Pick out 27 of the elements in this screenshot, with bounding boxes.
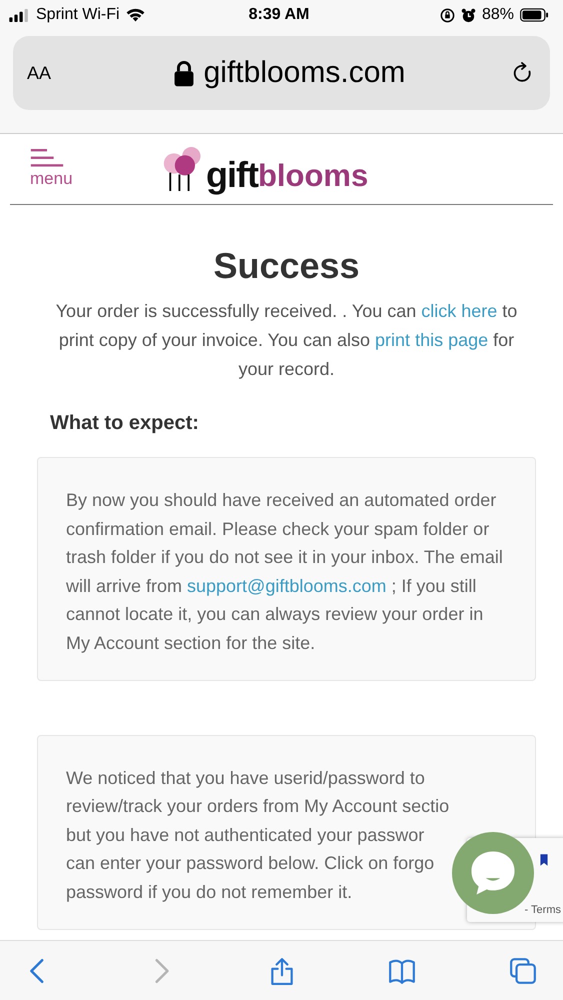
- lock-icon: [174, 60, 194, 86]
- text-line: can enter your password below. Click on forgo: [66, 852, 434, 876]
- tabs-icon[interactable]: [509, 956, 537, 986]
- text-line: password if you do not remember it.: [66, 880, 352, 904]
- info-paragraph: By now you should have received an automated order confirmation email. Please check your spam folder or trash folder if you do not see it in your inbox. The email will arrive from support@giftblooms.com ; If you still cannot locate it, you can always review your order in My Account section for the site.: [66, 489, 504, 655]
- alarm-clock-icon: [460, 8, 476, 22]
- carrier-name: Sprint Wi-Fi: [36, 6, 120, 24]
- url-text: giftblooms.com: [204, 56, 406, 90]
- recaptcha-icon: [539, 852, 549, 868]
- text-line: but you have not authenticated your passwor: [66, 824, 424, 847]
- battery-percent: 88%: [482, 6, 514, 24]
- battery-icon: [520, 8, 549, 22]
- text-line: review/track your orders from My Account sectio: [66, 795, 450, 818]
- intro-paragraph: Your order is successfully received. . You can click here to print copy of your invoice. You can also print this page for your record.: [54, 300, 518, 381]
- page-title: Success: [212, 245, 361, 287]
- menu-icon: [30, 149, 64, 168]
- section-heading: What to expect:: [50, 412, 200, 435]
- site-logo[interactable]: giftblooms: [162, 145, 368, 193]
- clock-time: 8:39 AM: [248, 6, 310, 24]
- rotation-lock-icon: [440, 8, 455, 22]
- privacy-terms-link[interactable]: - Terms: [524, 904, 561, 916]
- wifi-icon: [126, 8, 145, 22]
- text-size-button[interactable]: AA: [27, 62, 67, 84]
- menu-button[interactable]: menu: [30, 149, 150, 189]
- signal-icon: [9, 8, 30, 22]
- address-bar[interactable]: AA giftblooms.com: [13, 36, 550, 110]
- text-line: We noticed that you have userid/password to: [66, 766, 425, 790]
